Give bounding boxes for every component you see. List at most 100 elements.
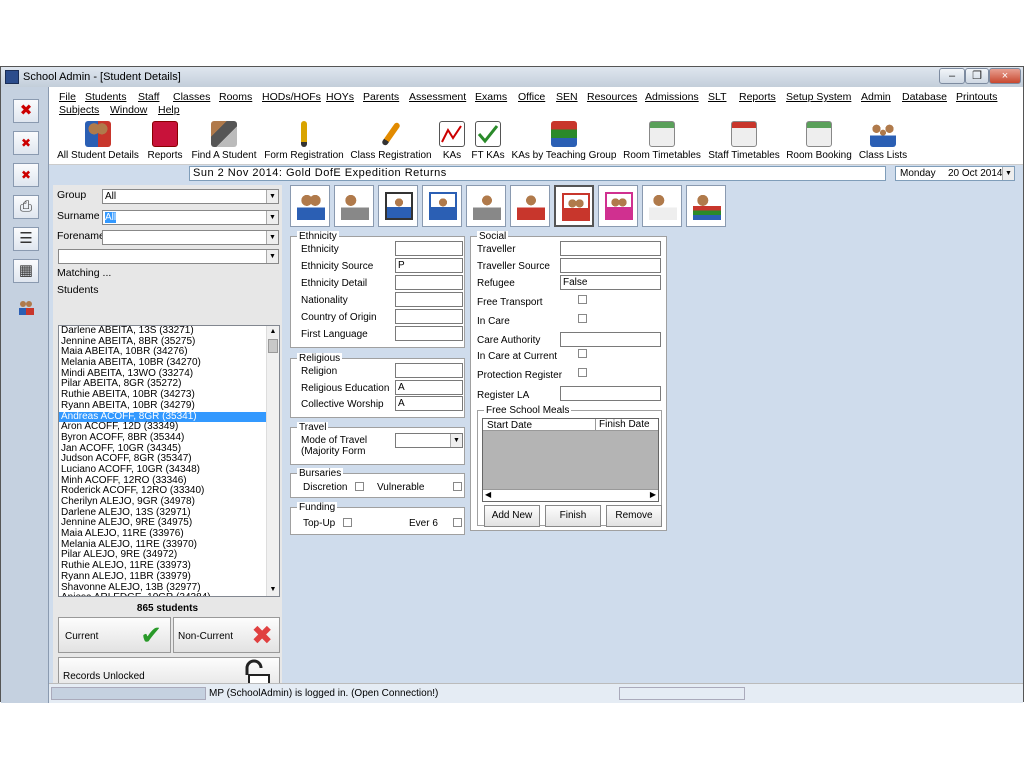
ever6-checkbox[interactable] [453, 518, 462, 527]
religion-field[interactable] [395, 363, 463, 378]
non-current-button[interactable]: Non-Current ✖ [173, 617, 280, 653]
finish-button[interactable]: Finish [545, 505, 601, 527]
menu-students[interactable]: Students [85, 91, 126, 103]
class-registration-button[interactable]: Class Registration [349, 117, 433, 163]
chevron-down-icon[interactable]: ▼ [266, 231, 278, 244]
protection-register-checkbox[interactable] [578, 368, 587, 377]
remove-button[interactable]: Remove [606, 505, 662, 527]
scroll-down-icon[interactable]: ▼ [267, 584, 279, 596]
menu-hods[interactable]: HODs/HOFs [262, 91, 321, 103]
traveller-source-field[interactable] [560, 258, 661, 273]
scroll-up-icon[interactable]: ▲ [267, 326, 279, 338]
student-list-item[interactable]: Ryann ALEJO, 11BR (33979) [59, 571, 279, 583]
collective-worship-field[interactable]: A [395, 396, 463, 411]
tab-attendance[interactable] [642, 185, 682, 227]
traveller-field[interactable] [560, 241, 661, 256]
find-a-student-button[interactable]: Find A Student [189, 117, 259, 163]
menu-classes[interactable]: Classes [173, 91, 210, 103]
form-registration-button[interactable]: Form Registration [263, 117, 345, 163]
tab-parents[interactable] [598, 185, 638, 227]
finish-date-header[interactable]: Finish Date [595, 419, 650, 431]
chevron-down-icon[interactable]: ▼ [266, 211, 278, 224]
menu-office[interactable]: Office [518, 91, 545, 103]
menu-file[interactable]: File [59, 91, 76, 103]
surname-select[interactable]: All ▼ [102, 210, 279, 225]
ethnicity-detail-field[interactable] [395, 275, 463, 290]
care-authority-field[interactable] [560, 332, 661, 347]
nationality-field[interactable] [395, 292, 463, 307]
student-list-item[interactable]: Ryann ABEITA, 10BR (34279) [59, 400, 279, 412]
vulnerable-checkbox[interactable] [453, 482, 462, 491]
reports-button[interactable]: Reports [145, 117, 185, 163]
group-select[interactable]: All ▼ [102, 189, 279, 204]
refugee-field[interactable]: False [560, 275, 661, 290]
menu-help[interactable]: Help [158, 104, 180, 116]
forename-select[interactable]: ▼ [102, 230, 279, 245]
fsm-hscrollbar[interactable]: ◀ ▶ [483, 489, 658, 501]
menu-reports[interactable]: Reports [739, 91, 776, 103]
menu-window[interactable]: Window [110, 104, 147, 116]
room-booking-button[interactable]: Room Booking [785, 117, 853, 163]
student-list-item[interactable]: Aniesa ARLEDGE, 10GR (34384) [59, 592, 279, 596]
scroll-right-icon[interactable]: ▶ [650, 490, 656, 499]
all-student-details-button[interactable]: All Student Details [53, 117, 143, 163]
fsm-table[interactable]: Start Date Finish Date ◀ ▶ [482, 418, 659, 502]
menu-admin[interactable]: Admin [861, 91, 891, 103]
grid-icon[interactable]: ▦ [13, 259, 39, 283]
class-lists-button[interactable]: Class Lists [855, 117, 911, 163]
add-new-button[interactable]: Add New [484, 505, 540, 527]
scroll-left-icon[interactable]: ◀ [485, 490, 491, 499]
discretion-checkbox[interactable] [355, 482, 364, 491]
close-form-icon[interactable]: ✖ [13, 99, 39, 123]
tab-contacts[interactable] [334, 185, 374, 227]
start-date-header[interactable]: Start Date [487, 420, 532, 431]
tab-basic-details[interactable] [290, 185, 330, 227]
menu-assessment[interactable]: Assessment [409, 91, 466, 103]
kas-by-teaching-group-button[interactable]: KAs by Teaching Group [509, 117, 619, 163]
current-button[interactable]: Current ✔ [58, 617, 171, 653]
scroll-thumb[interactable] [268, 339, 278, 353]
menu-slt[interactable]: SLT [708, 91, 726, 103]
list-scrollbar[interactable]: ▲ ▼ [266, 326, 279, 596]
close-button[interactable]: × [989, 68, 1021, 84]
ethnicity-source-field[interactable]: P [395, 258, 463, 273]
chevron-down-icon[interactable]: ▼ [266, 190, 278, 203]
cancel-icon[interactable]: ✖ [13, 163, 39, 187]
date-picker[interactable]: Monday 20 Oct 2014 ▼ [895, 166, 1015, 181]
in-care-checkbox[interactable] [578, 314, 587, 323]
menu-rooms[interactable]: Rooms [219, 91, 252, 103]
student-list[interactable]: Darlene ABEITA, 13S (33271) Jennine ABEIT… [58, 325, 280, 597]
ethnicity-field[interactable] [395, 241, 463, 256]
religious-education-field[interactable]: A [395, 380, 463, 395]
kas-button[interactable]: KAs [437, 117, 467, 163]
menu-exams[interactable]: Exams [475, 91, 507, 103]
ft-kas-button[interactable]: FT KAs [470, 117, 506, 163]
restore-button[interactable]: ❐ [965, 68, 989, 84]
in-care-current-checkbox[interactable] [578, 349, 587, 358]
first-language-field[interactable] [395, 326, 463, 341]
menu-subjects[interactable]: Subjects [59, 104, 99, 116]
chevron-down-icon[interactable]: ▼ [266, 250, 278, 263]
extra-filter-select[interactable]: ▼ [58, 249, 279, 264]
register-la-field[interactable] [560, 386, 661, 401]
close-all-icon[interactable]: ✖ [13, 131, 39, 155]
list-icon[interactable]: ☰ [13, 227, 39, 251]
menu-setup-system[interactable]: Setup System [786, 91, 851, 103]
chevron-down-icon[interactable]: ▼ [450, 434, 462, 447]
menu-staff[interactable]: Staff [138, 91, 159, 103]
tab-photo[interactable] [378, 185, 418, 227]
topup-checkbox[interactable] [343, 518, 352, 527]
chevron-down-icon[interactable]: ▼ [1002, 167, 1014, 180]
room-timetables-button[interactable]: Room Timetables [621, 117, 703, 163]
menu-database[interactable]: Database [902, 91, 947, 103]
student-list-item[interactable]: Byron ACOFF, 8BR (35344) [59, 432, 279, 444]
tab-books[interactable] [686, 185, 726, 227]
mode-of-travel-select[interactable]: ▼ [395, 433, 463, 448]
menu-sen[interactable]: SEN [556, 91, 578, 103]
minimize-button[interactable]: – [939, 68, 965, 84]
menu-resources[interactable]: Resources [587, 91, 637, 103]
tab-sen[interactable] [510, 185, 550, 227]
free-transport-checkbox[interactable] [578, 295, 587, 304]
menu-parents[interactable]: Parents [363, 91, 399, 103]
menu-admissions[interactable]: Admissions [645, 91, 699, 103]
